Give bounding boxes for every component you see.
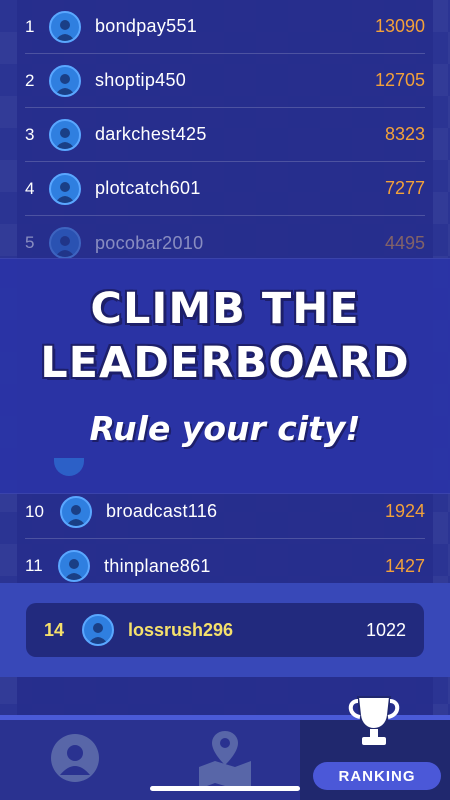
- trophy-icon: [344, 693, 404, 753]
- username: bondpay551: [95, 16, 198, 36]
- user-avatar-icon: [49, 64, 81, 97]
- banner-tagline: Rule your city!: [89, 409, 361, 448]
- user-avatar-icon: [49, 10, 81, 43]
- current-user-rank: 14: [44, 619, 65, 640]
- score: 7277: [384, 178, 425, 198]
- current-user-name: lossrush296: [128, 619, 234, 640]
- user-avatar-icon: [60, 495, 92, 528]
- score: 1427: [384, 555, 425, 576]
- user-avatar-icon: [82, 614, 114, 646]
- rank-number: 3: [25, 124, 35, 144]
- ranking-tab-label[interactable]: RANKING: [313, 762, 441, 790]
- username: broadcast116: [106, 501, 218, 521]
- rank-number: 2: [25, 70, 35, 90]
- username: thinplane861: [104, 555, 211, 576]
- username: plotcatch601: [95, 178, 201, 198]
- banner-headline-line2: LEADERBOARD: [40, 338, 410, 388]
- score: 12705: [374, 70, 425, 90]
- score: 13090: [374, 16, 425, 36]
- map-pin-icon: [193, 727, 257, 793]
- leaderboard-row[interactable]: 4 plotcatch601 7277: [25, 162, 425, 216]
- user-avatar-icon: [58, 550, 90, 582]
- leaderboard-row[interactable]: 1 bondpay551 13090: [25, 0, 425, 54]
- rank-number: 4: [25, 178, 35, 198]
- username: pocobar2010: [95, 232, 204, 253]
- current-user-score: 1022: [365, 619, 406, 640]
- leaderboard-row[interactable]: 2 shoptip450 12705: [25, 54, 425, 108]
- banner-headline-line1: CLIMB THE: [90, 284, 360, 334]
- rank-number: 11: [25, 556, 43, 575]
- username: shoptip450: [95, 70, 187, 90]
- rank-number: 1: [25, 16, 35, 36]
- tab-profile[interactable]: [0, 720, 150, 800]
- user-icon: [50, 733, 100, 787]
- current-user-row[interactable]: 14 lossrush296 1022: [26, 603, 424, 657]
- score: 8323: [384, 124, 425, 144]
- score: 4495: [384, 232, 425, 253]
- user-avatar-icon: [49, 227, 81, 259]
- user-avatar-icon: [49, 118, 81, 151]
- rank-number: 5: [25, 233, 35, 252]
- user-avatar-icon: [49, 172, 81, 205]
- leaderboard-row[interactable]: 10 broadcast116 1924: [25, 485, 425, 539]
- leaderboard-row[interactable]: 3 darkchest425 8323: [25, 108, 425, 162]
- username: darkchest425: [95, 124, 207, 144]
- rank-number: 10: [25, 501, 44, 521]
- score: 1924: [384, 501, 425, 521]
- home-indicator: [150, 786, 300, 791]
